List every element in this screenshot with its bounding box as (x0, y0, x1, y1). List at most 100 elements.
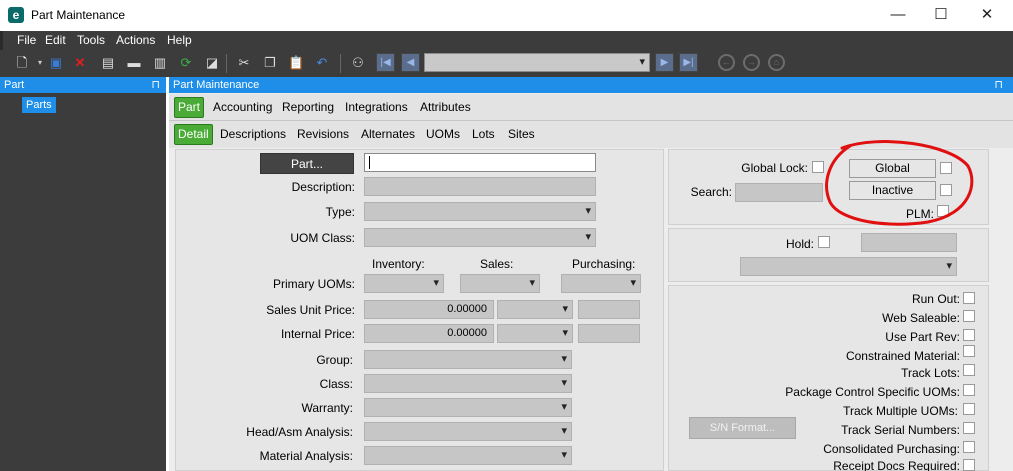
sales-unit-price-input[interactable]: 0.00000 (364, 300, 494, 319)
new-dropdown-icon[interactable]: ▾ (32, 55, 48, 71)
maximize-button[interactable]: ☐ (918, 0, 964, 31)
tab-sites[interactable]: Sites (508, 121, 535, 148)
previous-record-icon[interactable]: ◀ (401, 53, 420, 72)
tab-attributes[interactable]: Attributes (420, 94, 471, 121)
constrained-material-checkbox[interactable] (963, 345, 975, 357)
cut-icon[interactable]: ✂ (236, 55, 252, 71)
back-icon[interactable]: ← (718, 54, 735, 71)
part-number-input[interactable] (364, 153, 596, 172)
tab-uoms[interactable]: UOMs (426, 121, 460, 148)
copy-icon[interactable]: ❐ (262, 55, 278, 71)
consolidated-purchasing-checkbox[interactable] (963, 441, 975, 453)
tab-descriptions[interactable]: Descriptions (220, 121, 286, 148)
consolidated-purchasing-label: Consolidated Purchasing: (823, 442, 960, 456)
part-search-button[interactable]: Part... (260, 153, 354, 174)
head-asm-analysis-dropdown[interactable] (364, 422, 572, 441)
search-binoculars-icon[interactable]: ⚇ (350, 55, 366, 71)
open-book-icon[interactable]: ▤ (100, 55, 116, 71)
text-cursor (369, 156, 370, 169)
new-icon[interactable]: 🗋 (14, 55, 30, 71)
title-bar: e Part Maintenance — ☐ ✕ (0, 0, 1013, 31)
delete-icon[interactable]: ✕ (72, 55, 88, 71)
track-serial-numbers-checkbox[interactable] (963, 422, 975, 434)
folder-icon[interactable]: ▬ (126, 55, 142, 71)
tab-part[interactable]: Part (174, 97, 205, 118)
menu-edit[interactable]: Edit (45, 33, 66, 47)
search-input[interactable] (735, 183, 823, 202)
track-serial-numbers-label: Track Serial Numbers: (841, 423, 960, 437)
home-icon[interactable]: ⌂ (768, 54, 785, 71)
toolbar-separator (340, 54, 341, 73)
uom-class-dropdown[interactable] (364, 228, 596, 247)
tree-pane-header: Part ⊓ (0, 77, 166, 93)
print-icon[interactable]: ▥ (152, 55, 168, 71)
menu-file[interactable]: File (17, 33, 36, 47)
global-lock-label: Global Lock: (741, 161, 808, 175)
tab-lots[interactable]: Lots (472, 121, 495, 148)
track-lots-checkbox[interactable] (963, 364, 975, 376)
sales-uom-header: Sales: (480, 257, 514, 271)
red-annotation-circle (825, 140, 974, 226)
tab-accounting[interactable]: Accounting (213, 94, 272, 121)
pin-icon[interactable]: ⊓ (994, 77, 1003, 93)
type-dropdown[interactable] (364, 202, 596, 221)
first-record-icon[interactable]: |◀ (376, 53, 395, 72)
menu-tools[interactable]: Tools (77, 33, 105, 47)
eraser-icon[interactable]: ◪ (204, 55, 220, 71)
sales-price-uom-dropdown[interactable] (497, 300, 573, 319)
hold-label: Hold: (785, 237, 814, 251)
description-input[interactable] (364, 177, 596, 196)
class-dropdown[interactable] (364, 374, 572, 393)
uom-class-label: UOM Class: (290, 231, 355, 245)
head-asm-analysis-label: Head/Asm Analysis: (246, 425, 353, 439)
hold-checkbox[interactable] (818, 236, 830, 248)
purchasing-uom-dropdown[interactable] (561, 274, 641, 293)
last-record-icon[interactable]: ▶| (679, 53, 698, 72)
tab-detail[interactable]: Detail (174, 124, 213, 145)
track-lots-label: Track Lots: (901, 366, 960, 380)
primary-uoms-label: Primary UOMs: (273, 277, 355, 291)
internal-price-uom-dropdown[interactable] (497, 324, 573, 343)
internal-price-extra-field[interactable] (578, 324, 640, 343)
minimize-button[interactable]: — (875, 0, 921, 31)
inventory-uom-dropdown[interactable] (364, 274, 444, 293)
undo-icon[interactable]: ↶ (314, 55, 330, 71)
paste-icon[interactable]: 📋 (288, 55, 304, 71)
use-part-rev-checkbox[interactable] (963, 329, 975, 341)
next-record-icon[interactable]: ▶ (655, 53, 674, 72)
package-control-uoms-checkbox[interactable] (963, 384, 975, 396)
sales-price-extra-field[interactable] (578, 300, 640, 319)
menu-actions[interactable]: Actions (116, 33, 155, 47)
sales-uom-dropdown[interactable] (460, 274, 540, 293)
material-analysis-dropdown[interactable] (364, 446, 572, 465)
run-out-label: Run Out: (911, 292, 960, 306)
package-control-uoms-label: Package Control Specific UOMs: (785, 385, 960, 399)
tab-reporting[interactable]: Reporting (282, 94, 334, 121)
hold-reason-field[interactable] (861, 233, 957, 252)
close-window-button[interactable]: ✕ (964, 0, 1010, 31)
internal-price-input[interactable]: 0.00000 (364, 324, 494, 343)
hold-dropdown[interactable] (740, 257, 957, 276)
tree-item-parts[interactable]: Parts (22, 97, 56, 113)
type-label: Type: (325, 205, 355, 219)
group-dropdown[interactable] (364, 350, 572, 369)
pin-icon[interactable]: ⊓ (151, 77, 160, 93)
save-icon[interactable]: ▣ (48, 55, 64, 71)
search-label: Search: (690, 185, 732, 199)
web-saleable-checkbox[interactable] (963, 310, 975, 322)
receipt-docs-required-checkbox[interactable] (963, 459, 975, 471)
tab-alternates[interactable]: Alternates (361, 121, 415, 148)
tab-integrations[interactable]: Integrations (345, 94, 408, 121)
menu-help[interactable]: Help (167, 33, 192, 47)
tab-revisions[interactable]: Revisions (297, 121, 349, 148)
track-multiple-uoms-checkbox[interactable] (963, 403, 975, 415)
forward-icon[interactable]: → (743, 54, 760, 71)
purchasing-uom-header: Purchasing: (572, 257, 636, 271)
run-out-checkbox[interactable] (963, 292, 975, 304)
internal-price-label: Internal Price: (280, 327, 355, 341)
main-pane-title: Part Maintenance (173, 79, 260, 91)
refresh-icon[interactable]: ⟳ (178, 55, 194, 71)
record-selector-dropdown[interactable] (424, 53, 650, 72)
constrained-material-label: Constrained Material: (845, 349, 960, 363)
warranty-dropdown[interactable] (364, 398, 572, 417)
